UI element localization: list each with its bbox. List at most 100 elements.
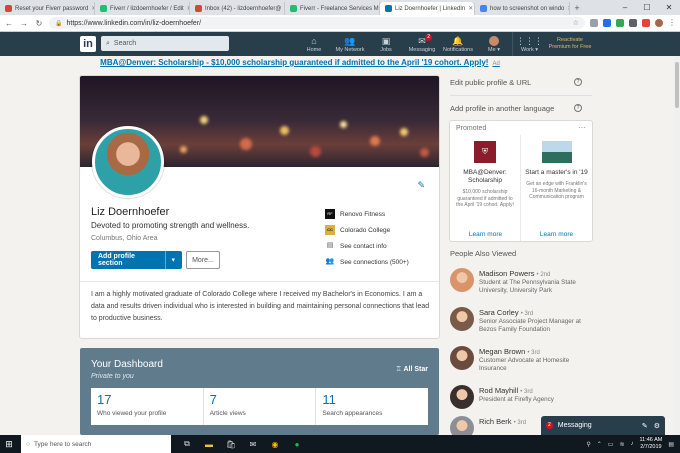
extension-icon[interactable] (616, 19, 624, 27)
close-window-button[interactable]: ✕ (658, 0, 680, 15)
battery-icon[interactable]: ▭ (608, 441, 614, 448)
more-button[interactable]: More... (186, 251, 220, 269)
dashboard-stat[interactable]: 11 Search appearances (316, 388, 428, 425)
dashboard-stat[interactable]: 7 Article views (204, 388, 317, 425)
file-explorer-icon[interactable]: ▬ (201, 437, 217, 451)
promo-item[interactable]: ⛨ MBA@Denver: Scholarship $10,000 schola… (450, 135, 521, 241)
task-view-icon[interactable]: ⧉ (179, 437, 195, 451)
taskbar-search-input[interactable]: ○ Type here to search (21, 435, 171, 453)
extension-icon[interactable] (590, 19, 598, 27)
window-controls: – ☐ ✕ (614, 0, 680, 15)
volume-icon[interactable]: ♪ (630, 441, 633, 447)
dashboard-stat[interactable]: 17 Who viewed your profile (91, 388, 204, 425)
extension-icon[interactable] (603, 19, 611, 27)
chevron-up-icon[interactable]: ⌃ (597, 441, 602, 448)
mail-icon[interactable]: ✉ (245, 437, 261, 451)
promo-item[interactable]: Start a master's in '19 Get an edge with… (521, 135, 592, 241)
help-icon[interactable]: ? (574, 78, 582, 86)
settings-gear-icon[interactable]: ⚙ (654, 422, 660, 430)
avatar[interactable] (450, 268, 474, 292)
profile-side-item[interactable]: RF Renovo Fitness (325, 207, 435, 221)
browser-tab[interactable]: how to screenshot on windo✕ (475, 2, 570, 15)
back-icon[interactable]: ← (4, 19, 14, 28)
page-scrollbar[interactable] (674, 56, 680, 435)
extension-icon[interactable] (642, 19, 650, 27)
dashboard-subtitle: Private to you (91, 373, 134, 380)
notifications-icon[interactable]: ▤ (668, 441, 674, 448)
chrome-icon[interactable]: ◉ (267, 437, 283, 451)
minimize-button[interactable]: – (614, 0, 636, 15)
add-profile-section-button[interactable]: Add profile section ▾ (91, 251, 182, 269)
chevron-down-icon[interactable]: ▾ (165, 251, 175, 269)
taskbar-clock[interactable]: 11:46 AM 2/7/2019 (639, 437, 662, 451)
bookmark-star-icon[interactable]: ☆ (573, 19, 579, 27)
windows-start-icon[interactable]: ⊞ (0, 435, 18, 453)
promoted-header: Promoted (456, 125, 487, 132)
people-icon[interactable]: ⚲ (586, 441, 590, 448)
chrome-menu-icon[interactable]: ⋮ (668, 19, 676, 27)
browser-tab[interactable]: Inbox (42) - lizdoernhoefer@✕ (190, 2, 285, 15)
address-bar[interactable]: 🔒 https://www.linkedin.com/in/liz-doernh… (49, 17, 585, 29)
more-options-icon[interactable]: ··· (578, 123, 586, 132)
browser-tab[interactable]: Reset your Fiverr password✕ (0, 2, 95, 15)
search-input[interactable]: ⌕ Search (101, 36, 229, 51)
person-headline: Customer Advocate at Homesite Insurance (479, 357, 570, 372)
avatar[interactable] (450, 385, 474, 409)
messaging-overlay[interactable]: 2 Messaging ✎ ⚙ (541, 416, 665, 435)
people-also-viewed-item[interactable]: Madison Powers • 2nd Student at The Penns… (450, 268, 595, 304)
promoted-card: Promoted ··· ⛨ MBA@Denver: Scholarship $… (450, 121, 592, 241)
store-icon[interactable]: 🛍 (223, 437, 239, 451)
scrollbar-thumb[interactable] (675, 62, 679, 108)
profile-photo[interactable] (92, 126, 164, 198)
tab-title: Fiverr / lizdoernhoefer / Edit (110, 5, 184, 12)
compose-icon[interactable]: ✎ (642, 422, 648, 430)
profile-side-item[interactable]: ▤ See contact info (325, 239, 435, 253)
ad-text[interactable]: MBA@Denver: Scholarship - $10,000 schola… (100, 58, 488, 67)
browser-tab[interactable]: Liz Doernhoefer | LinkedIn ✕ (380, 2, 475, 15)
stat-value: 17 (97, 392, 112, 407)
people-also-viewed-item[interactable]: Sara Corley • 3rd Senior Associate Projec… (450, 307, 595, 343)
nav-item[interactable]: ⌂ Home (296, 32, 332, 56)
person-name[interactable]: Sara Corley (479, 308, 519, 317)
wifi-icon[interactable]: ≋ (619, 441, 624, 448)
windows-taskbar: ⊞ ○ Type here to search ⧉ ▬ 🛍 ✉ ◉ ● ⚲ ⌃ … (0, 435, 680, 453)
profile-side-item[interactable]: 👥 See connections (500+) (325, 255, 435, 269)
browser-tab[interactable]: Fiverr / lizdoernhoefer / Edit✕ (95, 2, 190, 15)
nav-item[interactable]: Me ▾ (476, 32, 512, 56)
people-also-viewed-item[interactable]: Megan Brown • 3rd Customer Advocate at Ho… (450, 346, 595, 382)
premium-link[interactable]: Reactivate Premium for Free (546, 32, 594, 56)
learn-more-link[interactable]: Learn more (450, 231, 521, 238)
nav-item[interactable]: ✉ Messaging 2 (404, 32, 440, 56)
extension-icon[interactable] (629, 19, 637, 27)
person-name[interactable]: Megan Brown (479, 347, 525, 356)
profile-avatar-icon[interactable] (655, 19, 663, 27)
help-icon[interactable]: ? (574, 104, 582, 112)
all-star-badge[interactable]: ♖ All Star (396, 365, 428, 373)
avatar[interactable] (450, 307, 474, 331)
linkedin-logo[interactable]: in (80, 36, 96, 52)
avatar[interactable] (450, 346, 474, 370)
favicon-icon (195, 5, 202, 12)
learn-more-link[interactable]: Learn more (521, 231, 592, 238)
browser-tab[interactable]: Fiverr - Freelance Services M✕ (285, 2, 380, 15)
profile-side-item[interactable]: CC Colorado College (325, 223, 435, 237)
renovo-logo: RF (325, 209, 335, 219)
nav-item[interactable]: 🔔 Notifications (440, 32, 476, 56)
nav-item[interactable]: ▣ Jobs (368, 32, 404, 56)
person-name[interactable]: Madison Powers (479, 269, 534, 278)
browser-tab-strip: Reset your Fiverr password✕Fiverr / lizd… (0, 0, 680, 15)
person-name[interactable]: Rich Berk (479, 417, 512, 426)
nav-item[interactable]: 👥 My Network (332, 32, 368, 56)
reload-icon[interactable]: ↻ (34, 19, 44, 28)
edit-public-profile-link[interactable]: Edit public profile & URL (450, 78, 531, 87)
forward-icon[interactable]: → (19, 19, 29, 28)
ad-banner[interactable]: MBA@Denver: Scholarship - $10,000 schola… (80, 58, 520, 72)
person-name[interactable]: Rod Mayhill (479, 386, 518, 395)
maximize-button[interactable]: ☐ (636, 0, 658, 15)
new-tab-button[interactable]: + (570, 2, 584, 15)
close-tab-icon[interactable]: ✕ (468, 5, 473, 12)
spotify-icon[interactable]: ● (289, 437, 305, 451)
add-language-profile-link[interactable]: Add profile in another language (450, 104, 554, 113)
work-menu[interactable]: ⋮⋮⋮ Work ▾ (512, 32, 546, 56)
edit-pencil-icon[interactable]: ✎ (417, 180, 425, 191)
